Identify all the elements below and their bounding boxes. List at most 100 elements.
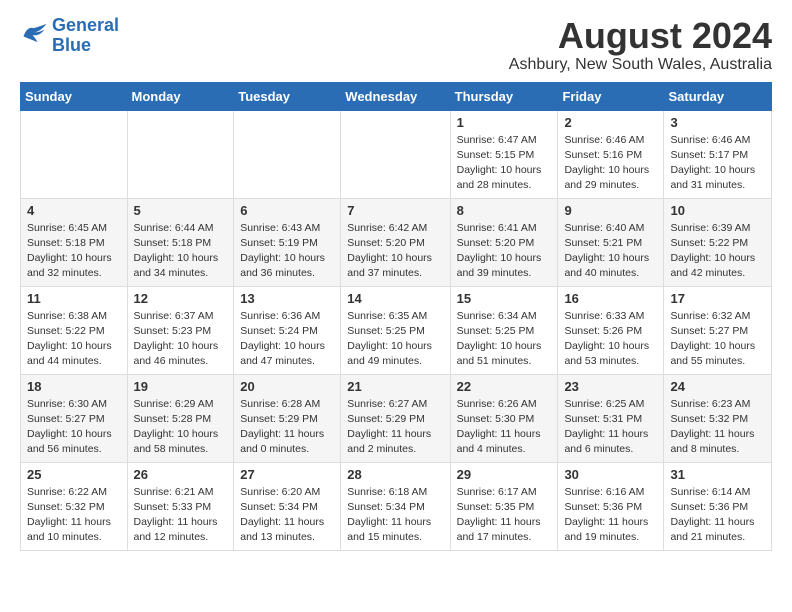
day-info: Sunrise: 6:42 AMSunset: 5:20 PMDaylight:… — [347, 221, 445, 282]
day-number: 12 — [134, 291, 230, 306]
day-info: Sunrise: 6:14 AMSunset: 5:36 PMDaylight:… — [670, 485, 767, 546]
day-number: 25 — [27, 467, 123, 482]
calendar-cell: 18 Sunrise: 6:30 AMSunset: 5:27 PMDayligh… — [21, 374, 128, 462]
calendar-header-row: SundayMondayTuesdayWednesdayThursdayFrid… — [21, 82, 772, 110]
day-number: 1 — [457, 115, 554, 130]
day-info: Sunrise: 6:41 AMSunset: 5:20 PMDaylight:… — [457, 221, 554, 282]
day-info: Sunrise: 6:29 AMSunset: 5:28 PMDaylight:… — [134, 397, 230, 458]
day-number: 28 — [347, 467, 445, 482]
day-number: 18 — [27, 379, 123, 394]
day-info: Sunrise: 6:43 AMSunset: 5:19 PMDaylight:… — [240, 221, 336, 282]
calendar-cell: 30 Sunrise: 6:16 AMSunset: 5:36 PMDayligh… — [558, 462, 664, 550]
calendar-cell: 10 Sunrise: 6:39 AMSunset: 5:22 PMDayligh… — [664, 198, 772, 286]
page-header: General Blue August 2024 Ashbury, New So… — [20, 16, 772, 74]
day-info: Sunrise: 6:25 AMSunset: 5:31 PMDaylight:… — [564, 397, 659, 458]
calendar-cell: 19 Sunrise: 6:29 AMSunset: 5:28 PMDayligh… — [127, 374, 234, 462]
header-monday: Monday — [127, 82, 234, 110]
day-info: Sunrise: 6:23 AMSunset: 5:32 PMDaylight:… — [670, 397, 767, 458]
day-number: 5 — [134, 203, 230, 218]
day-info: Sunrise: 6:32 AMSunset: 5:27 PMDaylight:… — [670, 309, 767, 370]
calendar-cell: 1 Sunrise: 6:47 AMSunset: 5:15 PMDaylight… — [450, 110, 558, 198]
day-info: Sunrise: 6:46 AMSunset: 5:16 PMDaylight:… — [564, 133, 659, 194]
day-number: 6 — [240, 203, 336, 218]
day-number: 8 — [457, 203, 554, 218]
calendar-cell: 21 Sunrise: 6:27 AMSunset: 5:29 PMDayligh… — [341, 374, 450, 462]
day-number: 2 — [564, 115, 659, 130]
day-number: 4 — [27, 203, 123, 218]
calendar-cell: 15Sunrise: 6:34 AMSunset: 5:25 PMDayligh… — [450, 286, 558, 374]
calendar-table: SundayMondayTuesdayWednesdayThursdayFrid… — [20, 82, 772, 551]
calendar-cell: 26 Sunrise: 6:21 AMSunset: 5:33 PMDayligh… — [127, 462, 234, 550]
day-info: Sunrise: 6:17 AMSunset: 5:35 PMDaylight:… — [457, 485, 554, 546]
calendar-cell: 25 Sunrise: 6:22 AMSunset: 5:32 PMDayligh… — [21, 462, 128, 550]
calendar-cell: 5 Sunrise: 6:44 AMSunset: 5:18 PMDaylight… — [127, 198, 234, 286]
calendar-week-row: 4Sunrise: 6:45 AMSunset: 5:18 PMDaylight… — [21, 198, 772, 286]
page-subtitle: Ashbury, New South Wales, Australia — [509, 56, 772, 74]
calendar-cell: 8 Sunrise: 6:41 AMSunset: 5:20 PMDaylight… — [450, 198, 558, 286]
calendar-cell: 17 Sunrise: 6:32 AMSunset: 5:27 PMDayligh… — [664, 286, 772, 374]
header-wednesday: Wednesday — [341, 82, 450, 110]
calendar-cell — [127, 110, 234, 198]
page-title: August 2024 — [509, 16, 772, 56]
calendar-cell: 13 Sunrise: 6:36 AMSunset: 5:24 PMDayligh… — [234, 286, 341, 374]
calendar-cell: 24Sunrise: 6:23 AMSunset: 5:32 PMDayligh… — [664, 374, 772, 462]
calendar-cell: 9Sunrise: 6:40 AMSunset: 5:21 PMDaylight… — [558, 198, 664, 286]
calendar-cell: 29Sunrise: 6:17 AMSunset: 5:35 PMDayligh… — [450, 462, 558, 550]
day-number: 26 — [134, 467, 230, 482]
day-number: 31 — [670, 467, 767, 482]
calendar-cell: 12 Sunrise: 6:37 AMSunset: 5:23 PMDayligh… — [127, 286, 234, 374]
day-info: Sunrise: 6:20 AMSunset: 5:34 PMDaylight:… — [240, 485, 336, 546]
day-info: Sunrise: 6:22 AMSunset: 5:32 PMDaylight:… — [27, 485, 123, 546]
calendar-cell — [234, 110, 341, 198]
day-info: Sunrise: 6:47 AMSunset: 5:15 PMDaylight:… — [457, 133, 554, 194]
day-info: Sunrise: 6:39 AMSunset: 5:22 PMDaylight:… — [670, 221, 767, 282]
calendar-cell: 6 Sunrise: 6:43 AMSunset: 5:19 PMDaylight… — [234, 198, 341, 286]
day-number: 19 — [134, 379, 230, 394]
calendar-cell — [21, 110, 128, 198]
day-number: 20 — [240, 379, 336, 394]
title-block: August 2024 Ashbury, New South Wales, Au… — [509, 16, 772, 74]
header-friday: Friday — [558, 82, 664, 110]
day-info: Sunrise: 6:37 AMSunset: 5:23 PMDaylight:… — [134, 309, 230, 370]
calendar-cell: 7 Sunrise: 6:42 AMSunset: 5:20 PMDaylight… — [341, 198, 450, 286]
day-info: Sunrise: 6:21 AMSunset: 5:33 PMDaylight:… — [134, 485, 230, 546]
day-number: 21 — [347, 379, 445, 394]
day-info: Sunrise: 6:36 AMSunset: 5:24 PMDaylight:… — [240, 309, 336, 370]
calendar-cell: 14 Sunrise: 6:35 AMSunset: 5:25 PMDayligh… — [341, 286, 450, 374]
header-sunday: Sunday — [21, 82, 128, 110]
header-saturday: Saturday — [664, 82, 772, 110]
day-info: Sunrise: 6:44 AMSunset: 5:18 PMDaylight:… — [134, 221, 230, 282]
calendar-week-row: 1 Sunrise: 6:47 AMSunset: 5:15 PMDaylight… — [21, 110, 772, 198]
day-number: 14 — [347, 291, 445, 306]
calendar-week-row: 25 Sunrise: 6:22 AMSunset: 5:32 PMDayligh… — [21, 462, 772, 550]
day-number: 11 — [27, 291, 123, 306]
day-number: 13 — [240, 291, 336, 306]
header-thursday: Thursday — [450, 82, 558, 110]
day-number: 22 — [457, 379, 554, 394]
day-number: 10 — [670, 203, 767, 218]
day-info: Sunrise: 6:18 AMSunset: 5:34 PMDaylight:… — [347, 485, 445, 546]
calendar-week-row: 18 Sunrise: 6:30 AMSunset: 5:27 PMDayligh… — [21, 374, 772, 462]
day-number: 3 — [670, 115, 767, 130]
day-info: Sunrise: 6:33 AMSunset: 5:26 PMDaylight:… — [564, 309, 659, 370]
calendar-cell: 22Sunrise: 6:26 AMSunset: 5:30 PMDayligh… — [450, 374, 558, 462]
calendar-cell — [341, 110, 450, 198]
calendar-cell: 4Sunrise: 6:45 AMSunset: 5:18 PMDaylight… — [21, 198, 128, 286]
calendar-cell: 20Sunrise: 6:28 AMSunset: 5:29 PMDayligh… — [234, 374, 341, 462]
logo: General Blue — [20, 16, 119, 56]
logo-icon — [20, 22, 48, 44]
calendar-cell: 16Sunrise: 6:33 AMSunset: 5:26 PMDayligh… — [558, 286, 664, 374]
day-info: Sunrise: 6:16 AMSunset: 5:36 PMDaylight:… — [564, 485, 659, 546]
header-tuesday: Tuesday — [234, 82, 341, 110]
day-number: 30 — [564, 467, 659, 482]
day-info: Sunrise: 6:40 AMSunset: 5:21 PMDaylight:… — [564, 221, 659, 282]
day-info: Sunrise: 6:46 AMSunset: 5:17 PMDaylight:… — [670, 133, 767, 194]
day-info: Sunrise: 6:30 AMSunset: 5:27 PMDaylight:… — [27, 397, 123, 458]
day-number: 17 — [670, 291, 767, 306]
day-info: Sunrise: 6:35 AMSunset: 5:25 PMDaylight:… — [347, 309, 445, 370]
calendar-week-row: 11Sunrise: 6:38 AMSunset: 5:22 PMDayligh… — [21, 286, 772, 374]
calendar-cell: 28 Sunrise: 6:18 AMSunset: 5:34 PMDayligh… — [341, 462, 450, 550]
day-number: 15 — [457, 291, 554, 306]
day-number: 7 — [347, 203, 445, 218]
day-info: Sunrise: 6:27 AMSunset: 5:29 PMDaylight:… — [347, 397, 445, 458]
